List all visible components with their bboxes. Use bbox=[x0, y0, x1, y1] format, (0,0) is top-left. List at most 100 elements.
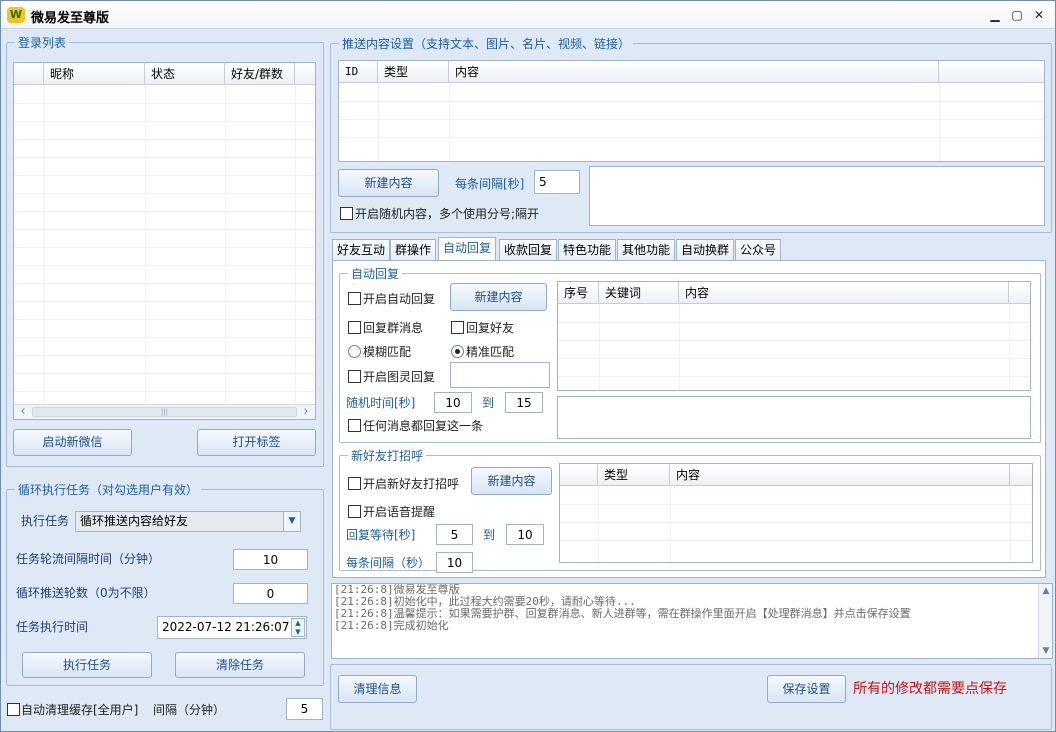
tab-payment-reply[interactable]: 收款回复 bbox=[499, 239, 558, 261]
spinner-icon[interactable]: ▲ ▼ bbox=[291, 618, 305, 637]
greet-table[interactable]: 类型 内容 bbox=[559, 463, 1033, 563]
random-time-from-input[interactable] bbox=[434, 392, 472, 413]
wait-to-label: 到 bbox=[483, 528, 496, 542]
exec-time-value: 2022-07-12 21:26:07 bbox=[162, 620, 290, 634]
login-table-header: 昵称 状态 好友/群数 bbox=[14, 63, 315, 85]
log-output[interactable]: [21:26:8]微易发至尊版 [21:26:8]初始化中，此过程大约需要20秒… bbox=[331, 583, 1053, 659]
greet-col-type[interactable]: 类型 bbox=[598, 464, 670, 486]
greet-enable-checkbox[interactable] bbox=[348, 477, 361, 490]
scroll-right-arrow-icon[interactable]: › bbox=[299, 405, 313, 419]
keyword-table[interactable]: 序号 关键词 内容 bbox=[557, 281, 1031, 391]
push-interval-input[interactable] bbox=[534, 170, 580, 194]
greet-new-button[interactable]: 新建内容 bbox=[471, 467, 552, 495]
rounds-label: 循环推送轮数（0为不限） bbox=[16, 586, 156, 600]
keyword-table-header: 序号 关键词 内容 bbox=[558, 282, 1030, 304]
push-interval-label: 每条间隔[秒] bbox=[455, 177, 525, 191]
app-title: 微易发至尊版 bbox=[31, 11, 110, 26]
any-message-checkbox[interactable] bbox=[348, 419, 361, 432]
login-table[interactable]: 昵称 状态 好友/群数 ‹ ||| › bbox=[13, 62, 316, 420]
auto-reply-panel: 自动回复 开启自动回复 新建内容 回复群消息 回复好友 模糊匹配 精准匹配 开启… bbox=[332, 260, 1046, 578]
login-col-status[interactable]: 状态 bbox=[145, 63, 225, 85]
reply-group-checkbox[interactable] bbox=[348, 321, 361, 334]
push-col-content[interactable]: 内容 bbox=[449, 61, 939, 83]
log-line: [21:26:8]完成初始化 bbox=[334, 619, 449, 632]
scroll-down-arrow-icon[interactable]: ▼ bbox=[1039, 646, 1052, 656]
exact-match-radio[interactable] bbox=[451, 345, 464, 358]
push-random-checkbox[interactable] bbox=[340, 207, 353, 220]
login-list-legend: 登录列表 bbox=[15, 34, 70, 51]
tuling-label: 开启图灵回复 bbox=[363, 370, 436, 384]
chevron-down-icon[interactable]: ▼ bbox=[283, 512, 300, 531]
save-notice: 所有的修改都需要点保存 bbox=[853, 681, 1007, 697]
log-vscroll[interactable]: ▲ ▼ bbox=[1038, 584, 1052, 658]
login-table-hscroll[interactable]: ‹ ||| › bbox=[14, 404, 315, 419]
wait-from-input[interactable] bbox=[436, 524, 473, 545]
tuling-key-input[interactable] bbox=[450, 362, 550, 388]
run-task-button[interactable]: 执行任务 bbox=[22, 652, 152, 678]
push-col-type[interactable]: 类型 bbox=[378, 61, 449, 83]
wait-to-input[interactable] bbox=[506, 524, 544, 545]
push-table-header: ID 类型 内容 bbox=[339, 61, 1044, 83]
push-random-label: 开启随机内容，多个使用分号;隔开 bbox=[355, 207, 540, 221]
each-interval-input[interactable] bbox=[436, 552, 473, 573]
clear-task-button[interactable]: 清除任务 bbox=[175, 652, 305, 678]
auto-clear-interval-input[interactable] bbox=[286, 698, 323, 720]
open-tags-button[interactable]: 打开标签 bbox=[197, 429, 316, 456]
random-time-to-input[interactable] bbox=[505, 392, 543, 413]
voice-reminder-checkbox[interactable] bbox=[348, 505, 361, 518]
scroll-thumb[interactable]: ||| bbox=[32, 407, 297, 417]
auto-clear-interval-label: 间隔（分钟） bbox=[153, 703, 226, 717]
login-col-nickname[interactable]: 昵称 bbox=[44, 63, 145, 85]
tab-friend-interaction[interactable]: 好友互动 bbox=[332, 239, 391, 261]
auto-clear-label: 自动清理缓存[全用户] bbox=[21, 703, 139, 717]
auto-reply-enable-checkbox[interactable] bbox=[348, 292, 361, 305]
push-col-id[interactable]: ID bbox=[339, 61, 378, 83]
auto-reply-enable-label: 开启自动回复 bbox=[363, 292, 436, 306]
tab-other-features[interactable]: 其他功能 bbox=[617, 239, 676, 261]
tab-auto-switch-group[interactable]: 自动换群 bbox=[676, 239, 735, 261]
interval-input[interactable] bbox=[233, 549, 308, 570]
keyword-col-keyword[interactable]: 关键词 bbox=[599, 282, 679, 304]
title-bar[interactable]: W 微易发至尊版 ▁ ▢ ✕ bbox=[1, 1, 1055, 29]
keyword-col-content[interactable]: 内容 bbox=[679, 282, 1009, 304]
greet-col-content[interactable]: 内容 bbox=[670, 464, 1010, 486]
scroll-up-arrow-icon[interactable]: ▲ bbox=[1039, 586, 1052, 596]
any-message-label: 任何消息都回复这一条 bbox=[363, 419, 484, 433]
close-button[interactable]: ✕ bbox=[1029, 5, 1049, 25]
fuzzy-match-radio[interactable] bbox=[348, 345, 361, 358]
login-col-friends[interactable]: 好友/群数 bbox=[225, 63, 295, 85]
task-select-value: 循环推送内容给好友 bbox=[80, 514, 189, 528]
push-table[interactable]: ID 类型 内容 bbox=[338, 60, 1045, 162]
tab-group-ops[interactable]: 群操作 bbox=[390, 239, 437, 261]
any-message-textarea[interactable] bbox=[557, 396, 1031, 439]
reply-friend-checkbox[interactable] bbox=[451, 321, 464, 334]
login-col-check[interactable] bbox=[14, 63, 44, 85]
maximize-button[interactable]: ▢ bbox=[1007, 5, 1027, 25]
push-random-textarea[interactable] bbox=[589, 166, 1045, 226]
rounds-input[interactable] bbox=[233, 583, 308, 604]
app-logo-icon: W bbox=[7, 7, 25, 23]
tab-official-account[interactable]: 公众号 bbox=[735, 239, 782, 261]
push-new-content-button[interactable]: 新建内容 bbox=[338, 169, 439, 197]
reply-friend-label: 回复好友 bbox=[466, 321, 515, 335]
auto-reply-legend: 自动回复 bbox=[348, 265, 403, 282]
fuzzy-match-label: 模糊匹配 bbox=[363, 345, 412, 359]
clear-info-button[interactable]: 清理信息 bbox=[338, 675, 417, 703]
tab-special-features[interactable]: 特色功能 bbox=[558, 239, 617, 261]
scroll-left-arrow-icon[interactable]: ‹ bbox=[16, 405, 30, 419]
loop-task-legend: 循环执行任务（对勾选用户有效） bbox=[15, 481, 202, 498]
start-wechat-button[interactable]: 启动新微信 bbox=[13, 429, 132, 456]
greet-col-check[interactable] bbox=[560, 464, 598, 486]
auto-reply-new-button[interactable]: 新建内容 bbox=[450, 283, 547, 311]
tuling-checkbox[interactable] bbox=[348, 370, 361, 383]
keyword-col-index[interactable]: 序号 bbox=[558, 282, 599, 304]
save-settings-button[interactable]: 保存设置 bbox=[767, 675, 846, 703]
interval-label: 任务轮流间隔时间（分钟） bbox=[16, 552, 161, 566]
each-interval-label: 每条间隔（秒） bbox=[346, 556, 431, 570]
tab-auto-reply[interactable]: 自动回复 bbox=[438, 237, 497, 262]
minimize-button[interactable]: ▁ bbox=[985, 5, 1005, 25]
exec-time-picker[interactable]: 2022-07-12 21:26:07 ▲ ▼ bbox=[157, 616, 307, 639]
task-select[interactable]: 循环推送内容给好友 ▼ bbox=[75, 511, 301, 532]
auto-clear-checkbox[interactable] bbox=[7, 703, 20, 716]
random-time-to-label: 到 bbox=[482, 396, 495, 410]
